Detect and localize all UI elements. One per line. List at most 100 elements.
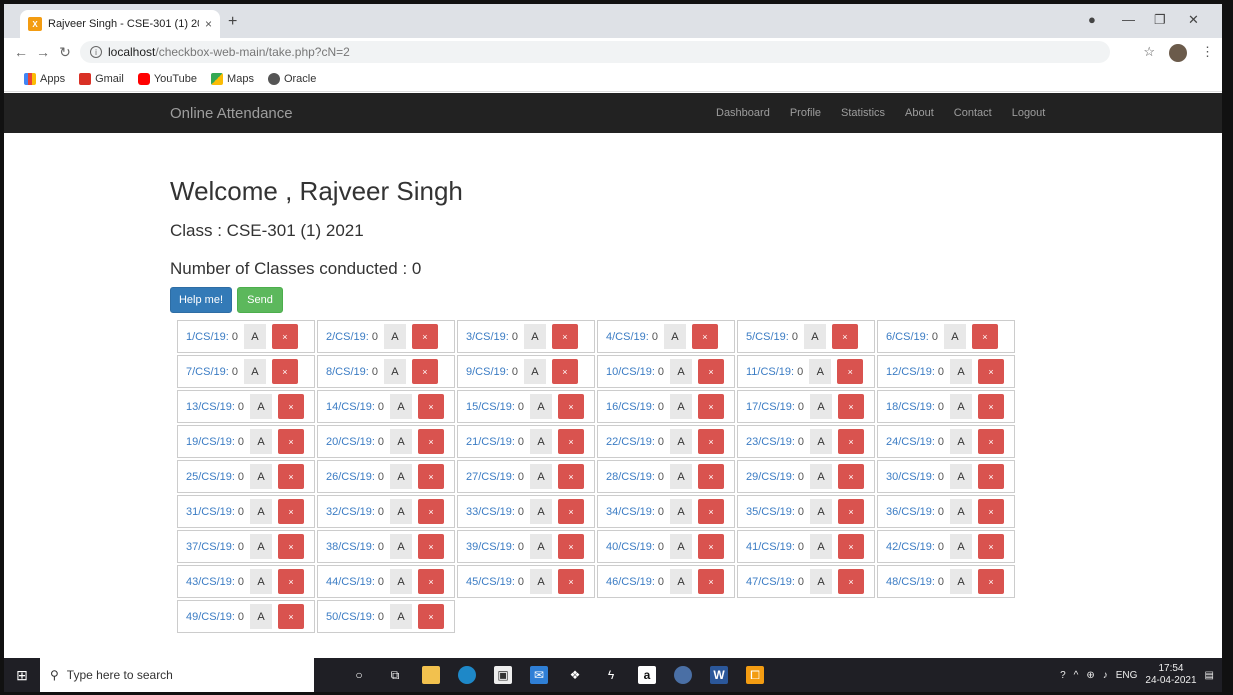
student-roll-link[interactable]: 3/CS/19: [466,331,509,343]
nav-profile[interactable]: Profile [790,107,821,119]
nav-about[interactable]: About [905,107,934,119]
mark-absent-button[interactable]: × [418,569,445,594]
mark-absent-button[interactable]: × [558,534,585,559]
mark-absent-button[interactable]: × [838,569,865,594]
student-roll-link[interactable]: 29/CS/19: [746,471,795,483]
help-button[interactable]: Help me! [170,287,232,313]
mark-absent-button[interactable]: × [838,464,865,489]
mark-absent-button[interactable]: × [838,429,865,454]
student-roll-link[interactable]: 44/CS/19: [326,576,375,588]
attendance-status[interactable]: A [530,569,553,594]
mark-absent-button[interactable]: × [418,464,445,489]
attendance-status[interactable]: A [390,394,413,419]
student-roll-link[interactable]: 14/CS/19: [326,401,375,413]
attendance-status[interactable]: A [250,429,273,454]
attendance-status[interactable]: A [943,324,966,349]
chevron-up-icon[interactable]: ^ [1074,670,1079,681]
mark-absent-button[interactable]: × [558,464,585,489]
forward-icon[interactable]: → [32,44,54,60]
attendance-status[interactable]: A [950,534,973,559]
menu-kebab-icon[interactable]: ⋮ [1201,44,1214,62]
attendance-status[interactable]: A [530,464,553,489]
attendance-status[interactable]: A [950,394,973,419]
windows-start-icon[interactable]: ⊞ [4,667,40,684]
student-roll-link[interactable]: 31/CS/19: [186,506,235,518]
attendance-status[interactable]: A [383,324,406,349]
student-roll-link[interactable]: 17/CS/19: [746,401,795,413]
mark-absent-button[interactable]: × [698,569,725,594]
mark-absent-button[interactable]: × [978,464,1005,489]
student-roll-link[interactable]: 46/CS/19: [606,576,655,588]
attendance-status[interactable]: A [530,394,553,419]
student-roll-link[interactable]: 2/CS/19: [326,331,369,343]
volume-icon[interactable]: ♪ [1103,670,1108,681]
send-button[interactable]: Send [237,287,283,313]
student-roll-link[interactable]: 18/CS/19: [886,401,935,413]
attendance-status[interactable]: A [670,499,693,524]
student-roll-link[interactable]: 43/CS/19: [186,576,235,588]
student-roll-link[interactable]: 38/CS/19: [326,541,375,553]
minimize-icon[interactable]: — [1122,12,1135,27]
attendance-status[interactable]: A [390,429,413,454]
attendance-status[interactable]: A [950,359,973,384]
mark-absent-button[interactable]: × [278,604,305,629]
student-roll-link[interactable]: 4/CS/19: [606,331,649,343]
student-roll-link[interactable]: 22/CS/19: [606,436,655,448]
student-roll-link[interactable]: 5/CS/19: [746,331,789,343]
student-roll-link[interactable]: 8/CS/19: [326,366,369,378]
attendance-status[interactable]: A [530,534,553,559]
student-roll-link[interactable]: 15/CS/19: [466,401,515,413]
mark-absent-button[interactable]: × [278,534,305,559]
mark-absent-button[interactable]: × [418,394,445,419]
mark-absent-button[interactable]: × [698,499,725,524]
student-roll-link[interactable]: 32/CS/19: [326,506,375,518]
mark-absent-button[interactable]: × [691,324,718,349]
mark-absent-button[interactable]: × [278,429,305,454]
mark-absent-button[interactable]: × [698,429,725,454]
nav-contact[interactable]: Contact [954,107,992,119]
attendance-status[interactable]: A [950,569,973,594]
student-roll-link[interactable]: 9/CS/19: [466,366,509,378]
nav-dashboard[interactable]: Dashboard [716,107,770,119]
student-roll-link[interactable]: 6/CS/19: [886,331,929,343]
network-icon[interactable]: ⊕ [1086,670,1094,681]
attendance-status[interactable]: A [250,394,273,419]
attendance-status[interactable]: A [950,429,973,454]
mark-absent-button[interactable]: × [838,499,865,524]
student-roll-link[interactable]: 26/CS/19: [326,471,375,483]
student-roll-link[interactable]: 10/CS/19: [606,366,655,378]
mark-absent-button[interactable]: × [418,499,445,524]
attendance-status[interactable]: A [390,604,413,629]
bookmark-apps[interactable]: Apps [24,72,65,85]
student-roll-link[interactable]: 39/CS/19: [466,541,515,553]
student-roll-link[interactable]: 25/CS/19: [186,471,235,483]
mark-absent-button[interactable]: × [418,604,445,629]
mark-absent-button[interactable]: × [411,324,438,349]
mark-absent-button[interactable]: × [837,359,864,384]
attendance-status[interactable]: A [383,359,406,384]
attendance-status[interactable]: A [530,429,553,454]
mark-absent-button[interactable]: × [278,394,305,419]
taskbar-clock[interactable]: 17:54 24-04-2021 [1145,663,1196,687]
student-roll-link[interactable]: 33/CS/19: [466,506,515,518]
student-roll-link[interactable]: 48/CS/19: [886,576,935,588]
edge-icon[interactable] [458,666,476,684]
xampp-icon[interactable]: ⧠ [746,666,764,684]
bookmark-star-icon[interactable]: ☆ [1143,44,1155,62]
student-roll-link[interactable]: 21/CS/19: [466,436,515,448]
mark-absent-button[interactable]: × [551,324,578,349]
info-icon[interactable]: i [90,46,102,58]
mark-absent-button[interactable]: × [558,499,585,524]
file-explorer-icon[interactable] [422,666,440,684]
student-roll-link[interactable]: 36/CS/19: [886,506,935,518]
profile-dot-icon[interactable]: ● [1088,12,1096,27]
mark-absent-button[interactable]: × [698,534,725,559]
attendance-status[interactable]: A [950,499,973,524]
attendance-status[interactable]: A [390,534,413,559]
navbar-brand[interactable]: Online Attendance [170,105,293,122]
mark-absent-button[interactable]: × [271,324,298,349]
attendance-status[interactable]: A [523,324,546,349]
mark-absent-button[interactable]: × [418,429,445,454]
bookmark-oracle[interactable]: Oracle [267,72,316,85]
reload-icon[interactable]: ↻ [54,44,76,61]
